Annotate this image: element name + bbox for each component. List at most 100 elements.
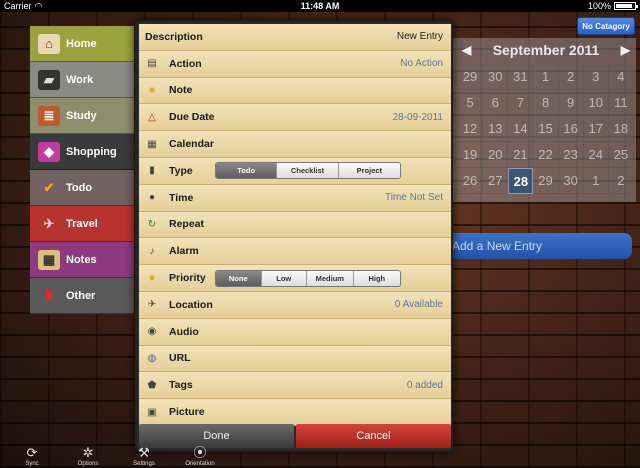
type-option-checklist[interactable]: Checklist (277, 163, 339, 179)
calendar-day[interactable]: 26 (458, 168, 484, 194)
calendar-icon: ▦ (147, 138, 157, 150)
action-label: Action (169, 57, 202, 70)
calendar-day[interactable]: 23 (558, 142, 584, 168)
status-right: 100% (587, 1, 638, 11)
calendar-day[interactable]: 2 (608, 168, 634, 194)
url-row[interactable]: ◍ URL (139, 345, 451, 373)
bottom-toolbar: ⟳ Sync ✲ Options ⚒ Settings ⦿ Orientatio… (0, 438, 640, 468)
description-value: New Entry (396, 31, 443, 43)
calendar-day[interactable]: 29 (458, 64, 484, 90)
calendar-day[interactable]: 14 (508, 116, 534, 142)
category-label: Shopping (66, 145, 117, 158)
category-label: Travel (66, 217, 98, 230)
settings-button[interactable]: ⚒ Settings (116, 446, 172, 468)
calendar-day[interactable]: 16 (558, 116, 584, 142)
calendar-day[interactable]: 25 (608, 142, 634, 168)
airplane-icon: ✈ (43, 215, 55, 231)
audio-row[interactable]: ◉ Audio (139, 318, 451, 346)
category-label: Study (66, 109, 97, 122)
type-option-project[interactable]: Project (338, 163, 400, 179)
type-label: Type (169, 164, 193, 177)
calendar-day[interactable]: 28 (508, 168, 534, 194)
tags-value: 0 added (406, 379, 443, 391)
category-item-notes[interactable]: ▦ Notes (30, 242, 134, 278)
add-entry-button[interactable]: Add a New Entry (440, 233, 632, 259)
category-item-todo[interactable]: ✔ Todo (30, 170, 134, 206)
category-item-shopping[interactable]: ◆ Shopping (30, 134, 134, 170)
category-item-travel[interactable]: ✈ Travel (30, 206, 134, 242)
calendar-day[interactable]: 10 (583, 90, 609, 116)
calendar-day[interactable]: 8 (533, 90, 559, 116)
books-icon: ≣ (38, 105, 60, 126)
due-date-value: 28-09-2011 (392, 111, 443, 123)
calendar-day[interactable]: 6 (483, 90, 509, 116)
calendar-day[interactable]: 1 (583, 168, 609, 194)
prev-month-icon[interactable]: ◀ (462, 43, 471, 57)
battery-percent: 100% (587, 1, 611, 11)
priority-option-medium[interactable]: Medium (307, 270, 354, 286)
calendar-day[interactable]: 31 (508, 64, 534, 90)
calendar-day[interactable]: 4 (608, 64, 634, 90)
description-row[interactable]: Description New Entry (139, 24, 451, 51)
calendar-day[interactable]: 9 (558, 90, 584, 116)
calendar-day[interactable]: 22 (533, 142, 559, 168)
calendar-day[interactable]: 30 (483, 64, 509, 90)
calendar-grid: 29 30 31 1 2 3 4 5 6 7 8 9 10 11 12 13 14 15 16 17 18 19 20 21 2… (458, 64, 634, 194)
repeat-row[interactable]: ↻ Repeat (139, 211, 451, 239)
next-month-icon[interactable]: ▶ (621, 43, 630, 57)
calendar-day[interactable]: 30 (558, 168, 584, 194)
shopping-bag-icon: ◆ (38, 141, 60, 162)
category-label: Todo (66, 181, 93, 194)
calendar-day[interactable]: 27 (483, 168, 509, 194)
location-row[interactable]: ✈ Location 0 Available (139, 291, 451, 319)
priority-option-none[interactable]: None (216, 270, 262, 286)
priority-segmented-control: None Low Medium High (215, 269, 401, 287)
repeat-label: Repeat (169, 218, 205, 231)
calendar-day[interactable]: 13 (483, 116, 509, 142)
category-item-work[interactable]: ▰ Work (30, 62, 134, 98)
action-row[interactable]: ▤ Action No Action (139, 50, 451, 78)
month-calendar: ◀ September 2011 ▶ 29 30 31 1 2 3 4 5 6 7 8 9 10 11 12… (452, 38, 636, 202)
sync-button[interactable]: ⟳ Sync (4, 446, 60, 468)
category-item-home[interactable]: ⌂ Home (30, 26, 134, 62)
no-category-button[interactable]: No Catagory (577, 17, 635, 35)
warning-icon: △ (148, 111, 156, 123)
calendar-day[interactable]: 17 (583, 116, 609, 142)
calendar-day[interactable]: 15 (533, 116, 559, 142)
calendar-day[interactable]: 2 (558, 64, 584, 90)
calendar-day[interactable]: 18 (608, 116, 634, 142)
picture-row[interactable]: ▣ Picture (139, 399, 451, 426)
type-option-todo[interactable]: Todo (216, 163, 278, 179)
orientation-button[interactable]: ⦿ Orientation (172, 446, 228, 468)
calendar-day[interactable]: 19 (458, 142, 484, 168)
briefcase-icon: ▰ (38, 69, 60, 90)
calendar-day[interactable]: 3 (583, 64, 609, 90)
picture-icon: ▣ (147, 406, 157, 418)
priority-option-low[interactable]: Low (261, 270, 308, 286)
calendar-day[interactable]: 7 (508, 90, 534, 116)
due-date-row[interactable]: △ Due Date 28-09-2011 (139, 104, 451, 132)
calendar-day[interactable]: 24 (583, 142, 609, 168)
category-item-study[interactable]: ≣ Study (30, 98, 134, 134)
priority-label: Priority (169, 272, 206, 285)
calendar-row[interactable]: ▦ Calendar (139, 131, 451, 158)
priority-option-high[interactable]: High (353, 270, 400, 286)
time-row[interactable]: ● Time Time Not Set (139, 184, 451, 212)
alarm-row[interactable]: ♪ Alarm (139, 238, 451, 266)
tags-row[interactable]: ⬟ Tags 0 added (139, 372, 451, 400)
calendar-day[interactable]: 11 (608, 90, 634, 116)
calendar-day[interactable]: 21 (508, 142, 534, 168)
options-button[interactable]: ✲ Options (60, 446, 116, 468)
calendar-day[interactable]: 29 (533, 168, 559, 194)
calendar-day[interactable]: 12 (458, 116, 484, 142)
status-left: Carrier ◠ (4, 1, 42, 12)
star-icon: ★ (147, 272, 157, 284)
calendar-day[interactable]: 1 (533, 64, 559, 90)
fries-icon: ♜ (43, 287, 55, 303)
orientation-icon: ⦿ (193, 445, 207, 460)
calendar-day[interactable]: 20 (483, 142, 509, 168)
note-row[interactable]: ■ Note (139, 77, 451, 105)
calendar-day[interactable]: 5 (458, 90, 484, 116)
category-item-other[interactable]: ♜ Other (30, 278, 134, 314)
location-label: Location (169, 298, 213, 311)
